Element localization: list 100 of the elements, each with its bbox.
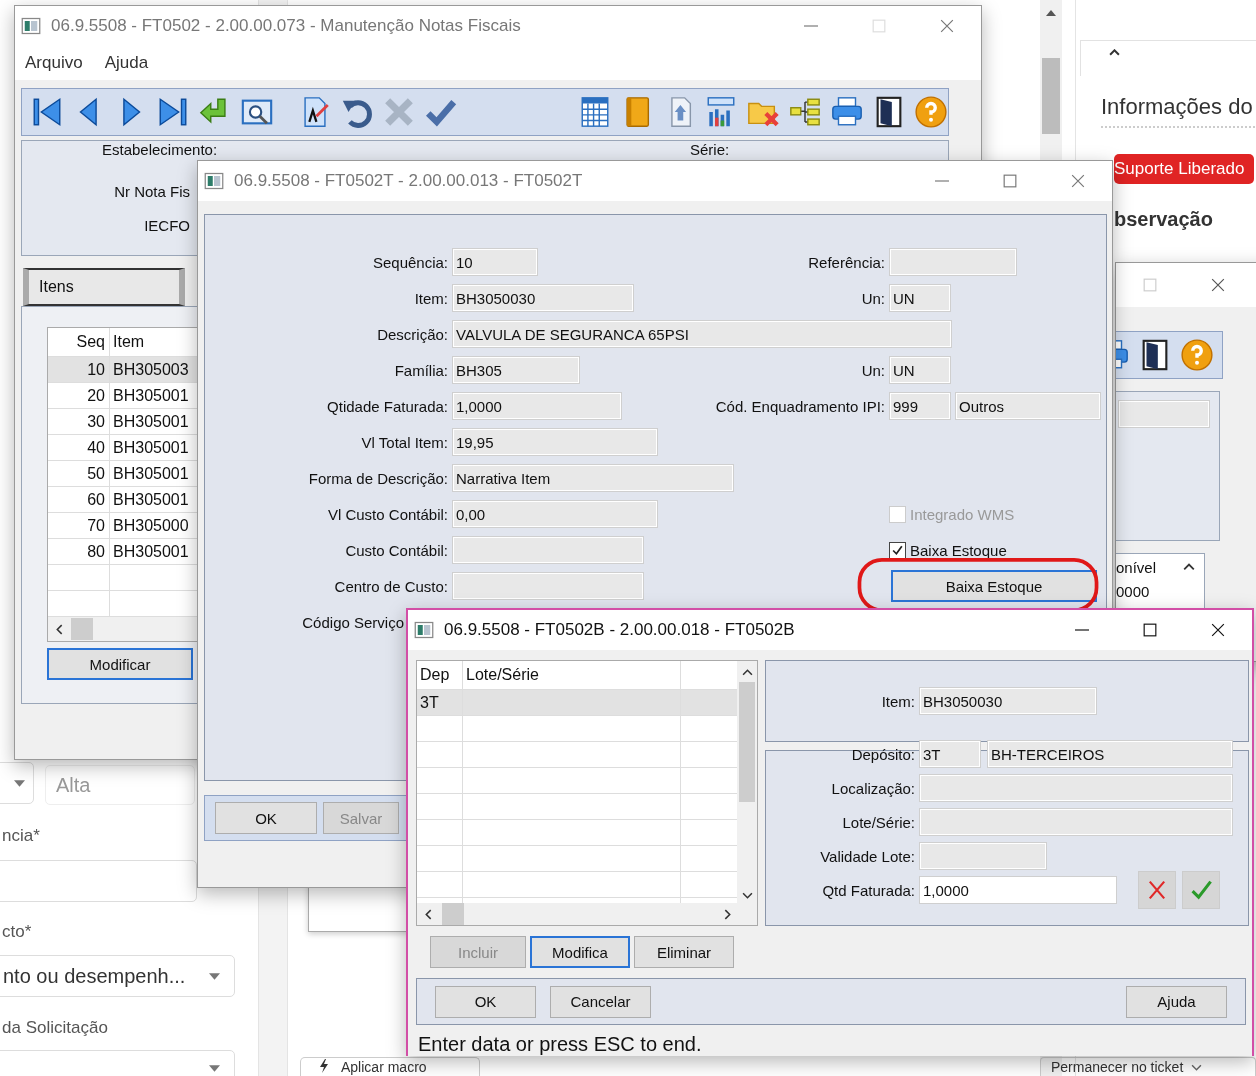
text-field[interactable]: UN [889,284,951,312]
text-field[interactable]: BH3050030 [452,284,634,312]
text-field[interactable]: Narrativa Item [452,464,734,492]
text-field[interactable]: 3T [919,740,981,768]
help-button[interactable]: Ajuda [1126,985,1227,1018]
table-cell-text: 0000 [1116,583,1151,600]
action-button[interactable]: Modifica [530,936,630,968]
scroll-left-icon [425,908,432,920]
text-field[interactable] [919,842,1047,870]
field-label: Centro de Custo: [333,577,449,595]
table-cell: 30 [48,409,110,434]
field-label: Vl Total Item: [360,433,449,451]
table-cell: 70 [48,513,110,538]
field-label: Família: [393,361,449,379]
app-icon [21,16,41,36]
text-field[interactable] [452,572,644,600]
field-label: Nr Nota Fis [114,183,190,200]
scrollbar[interactable] [417,903,757,925]
field-label: Qtd Faturada: [821,881,916,899]
text-field[interactable] [919,774,1233,802]
field-label: IECFO [144,217,190,234]
dropdown[interactable]: nto ou desempenh... [0,955,235,997]
checkmark-icon [1189,878,1213,902]
field-label: Código Serviço [301,613,404,631]
field-label: Item: [413,289,449,307]
app-icon [414,620,434,640]
column-header[interactable]: onível [1116,558,1176,576]
input-field[interactable] [0,860,197,902]
section-heading: bservação [1114,208,1214,231]
text-field[interactable]: BH305 [452,356,580,384]
tab[interactable]: Itens [23,268,185,306]
scrollbar-thumb[interactable] [71,618,93,640]
dropdown[interactable]: Permanecer no ticket [1040,1057,1256,1076]
menu-item[interactable]: Arquivo [25,53,83,73]
column-header[interactable]: Item [110,333,145,351]
cancel-button[interactable] [1138,871,1176,909]
collapse-icon[interactable] [1109,49,1120,56]
stock-button[interactable]: Baixa Estoque [891,570,1097,602]
table-cell-text: BH305001 [112,490,189,509]
field-label: Validade Lote: [819,847,916,865]
text-field[interactable] [919,808,1233,836]
modify-button[interactable]: Modificar [47,648,193,680]
text-field[interactable]: 1,0000 [919,876,1117,904]
chevron-icon [1191,1064,1203,1071]
help-icon[interactable] [914,95,948,129]
column-header[interactable]: Lote/Série [463,661,681,689]
status-badge: Suporte Liberado [1114,154,1254,184]
confirm-button[interactable] [1182,871,1220,909]
scroll-up-icon [1046,10,1056,16]
table-cell-text: BH305003 [112,360,189,379]
column-header[interactable]: Seq [48,328,110,356]
text-field[interactable] [1118,400,1210,428]
text-field[interactable]: BH-TERCEIROS [987,740,1233,768]
text-field[interactable]: 10 [452,248,538,276]
text-field[interactable]: 999 [889,392,951,420]
checkbox[interactable]: Baixa Estoque [889,541,1007,559]
text-field[interactable]: UN [889,356,951,384]
scrollbar-thumb[interactable] [442,903,464,925]
text-field[interactable]: 0,00 [452,500,658,528]
dialog-button[interactable]: OK [215,802,317,834]
text-field[interactable]: VALVULA DE SEGURANCA 65PSI [452,320,952,348]
field-label: Descrição: [376,325,449,343]
window-title: 06.9.5508 - FT0502T - 2.00.00.013 - FT0502T [234,171,583,191]
column-header[interactable]: Dep [417,661,463,689]
close-icon [940,19,954,33]
table-cell: 10 [48,357,110,382]
table-cell: 20 [48,383,110,408]
field-label: Série: [690,141,730,158]
text-field[interactable]: Outros [955,392,1101,420]
scrollbar-thumb[interactable] [1042,58,1060,134]
lightning-icon [319,1059,329,1073]
dropdown[interactable] [0,762,34,804]
field-label: Custo Contábil: [344,541,449,559]
maximize-icon [1143,623,1157,637]
scroll-up-icon[interactable] [1183,563,1195,571]
field-label: Referência: [807,253,886,271]
field-label: da Solicitação [2,1018,108,1038]
field-label: Sequência: [371,253,449,271]
macro-button[interactable]: Aplicar macro [300,1057,480,1076]
table-cell: 3T [417,690,463,715]
scrollbar[interactable] [48,617,198,641]
table-cell-text: BH305001 [112,464,189,483]
menu-item[interactable]: Ajuda [104,53,149,73]
text-field[interactable] [452,536,644,564]
scrollbar[interactable] [737,661,757,903]
text-field[interactable]: BH3050030 [919,687,1097,715]
field-label: Item: [880,692,916,710]
action-button[interactable]: Eliminar [634,936,734,968]
window-title: 06.9.5508 - FT0502B - 2.00.00.018 - FT0502B [444,620,795,640]
table-cell: 80 [48,539,110,564]
table-cell: 60 [48,487,110,512]
text-field[interactable] [889,248,1017,276]
table-cell: 40 [48,435,110,460]
text-field[interactable]: 1,0000 [452,392,622,420]
dialog-button[interactable]: Cancelar [550,985,651,1018]
maximize-icon [1143,278,1157,292]
dialog-button[interactable]: OK [435,985,536,1018]
caret-icon [209,972,220,980]
text-field[interactable]: 19,95 [452,428,658,456]
help-icon[interactable] [1180,338,1214,372]
